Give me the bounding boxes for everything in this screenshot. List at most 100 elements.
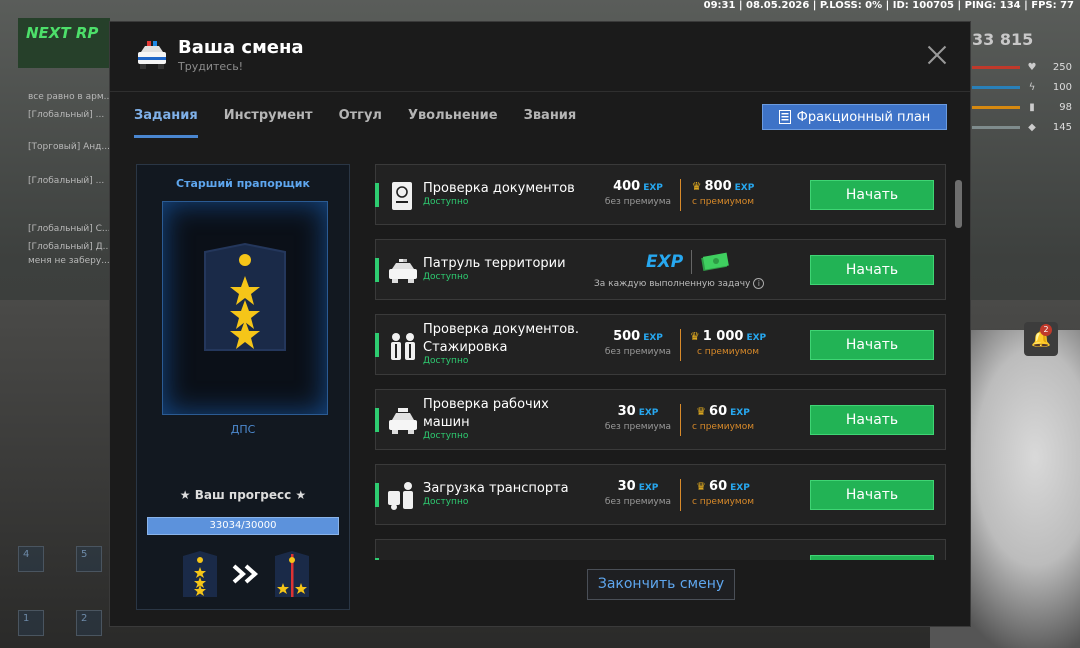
tab-tools[interactable]: Инструмент	[224, 108, 313, 138]
shift-modal: Ваша смена Трудитесь! Задания Инструмент…	[109, 21, 971, 627]
start-task-button[interactable]: Начать	[810, 255, 934, 285]
close-icon[interactable]	[926, 44, 948, 66]
patrol-reward-icons: EXP	[646, 250, 730, 274]
police-car-icon	[389, 259, 417, 283]
rank-frame	[162, 201, 328, 415]
end-shift-button[interactable]: Закончить смену	[587, 569, 735, 600]
armor-icon: ◆	[1028, 121, 1036, 133]
task-accent	[375, 333, 379, 357]
crown-icon: ♛	[696, 480, 707, 493]
hud-stamina-row: ϟ 100	[972, 77, 1072, 97]
health-bar	[972, 65, 1020, 69]
officers-icon	[391, 333, 415, 360]
chat-line: [Глобальный] Д...	[28, 242, 112, 252]
exp-icon: EXP	[646, 252, 684, 272]
hunger-icon: ▮	[1029, 101, 1035, 113]
hotbar-slot[interactable]: 4	[18, 546, 44, 572]
hotbar-slot[interactable]: 2	[76, 610, 102, 636]
progress-text: 33034/30000	[209, 520, 277, 531]
player-hud: 33 815 ♥ 250 ϟ 100 ▮ 98 ◆ 145	[972, 30, 1072, 137]
start-task-button[interactable]: Начать	[810, 480, 934, 510]
premium-exp-label: с премиумом	[692, 497, 754, 507]
task-row: Патруль территории Доступно EXP За кажду…	[375, 239, 946, 300]
base-exp-label: без премиума	[604, 347, 672, 357]
per-task-note: За каждую выполненную задачу i	[594, 278, 765, 289]
stamina-bar	[972, 85, 1020, 89]
loader-icon	[388, 482, 413, 510]
base-exp-value: 400	[613, 179, 641, 194]
task-list[interactable]: Проверка документов Доступно 400 EXP без …	[375, 164, 947, 560]
start-task-button[interactable]	[810, 555, 934, 560]
base-exp-label: без премиума	[604, 497, 672, 507]
hunger-value: 98	[1059, 101, 1072, 113]
task-reward: 30 EXP без премиума ♛ 60 EXP с премиумом	[602, 479, 759, 513]
tab-bar: Задания Инструмент Отгул Увольнение Зван…	[134, 108, 602, 138]
faction-plan-button[interactable]: Фракционный план	[762, 104, 947, 130]
start-task-button[interactable]: Начать	[810, 405, 934, 435]
server-stats: 09:31 | 08.05.2026 | P.LOSS: 0% | ID: 10…	[703, 0, 1074, 11]
next-rank-preview	[181, 550, 311, 598]
base-exp-value: 30	[617, 479, 636, 494]
armor-value: 145	[1052, 121, 1072, 133]
task-row	[375, 539, 946, 560]
task-accent	[375, 558, 379, 560]
task-name: Проверка рабочих машин	[423, 397, 549, 430]
shoulder-strap-icon	[204, 242, 286, 351]
tab-tasks[interactable]: Задания	[134, 108, 198, 138]
task-status: Доступно	[423, 272, 469, 282]
rank-card: Старший прапорщик ДПС ★ Ваш прогресс ★ 3…	[136, 164, 350, 610]
progress-label: ★ Ваш прогресс ★	[179, 488, 307, 502]
chat-line: [Торговый] Анд...	[28, 142, 110, 152]
hotbar-slot[interactable]: 1	[18, 610, 44, 636]
money-counter: 33 815	[972, 30, 1034, 49]
premium-exp-label: с премиумом	[697, 347, 759, 357]
task-reward: 500 EXP без премиума ♛ 1 000 EXP с премиумо…	[602, 329, 769, 363]
faction-plan-label: Фракционный план	[796, 109, 931, 125]
crown-icon: ♛	[696, 405, 707, 418]
task-status: Доступно	[423, 197, 469, 207]
hotbar-slot[interactable]: 5	[76, 546, 102, 572]
rank-organization: ДПС	[230, 423, 256, 436]
next-rank-icon	[275, 551, 309, 597]
document-icon	[778, 110, 791, 124]
premium-exp-value: 800	[704, 179, 732, 194]
rank-progress-bar: 33034/30000	[147, 517, 339, 535]
task-name: Проверка документов	[423, 181, 575, 196]
start-task-button[interactable]: Начать	[810, 330, 934, 360]
task-reward: 400 EXP без премиума ♛ 800 EXP с премиумом	[602, 179, 759, 213]
task-list-scrollbar[interactable]	[955, 180, 962, 228]
task-status: Доступно	[423, 356, 469, 366]
health-icon: ♥	[1027, 61, 1037, 73]
premium-exp-label: с премиумом	[692, 197, 754, 207]
base-exp-value: 30	[617, 404, 636, 419]
tab-ranks[interactable]: Звания	[524, 108, 577, 138]
tab-day-off[interactable]: Отгул	[339, 108, 382, 138]
hud-armor-row: ◆ 145	[972, 117, 1072, 137]
chat-line: [Глобальный] ...	[28, 176, 105, 186]
premium-exp-value: 60	[709, 404, 728, 419]
chat-line: [Глобальный] С...	[28, 224, 111, 234]
start-task-button[interactable]: Начать	[810, 180, 934, 210]
task-row: Проверка рабочих машин Доступно 30 EXP бе…	[375, 389, 946, 450]
premium-exp-value: 1 000	[702, 329, 744, 344]
task-reward: 30 EXP без премиума ♛ 60 EXP с премиумом	[602, 404, 759, 438]
notification-badge: 2	[1040, 324, 1052, 336]
modal-title: Ваша смена	[178, 37, 304, 58]
premium-exp-label: с премиумом	[692, 422, 754, 432]
server-logo: NEXT RP	[18, 18, 110, 68]
info-icon[interactable]: i	[753, 278, 765, 289]
base-exp-label: без премиума	[604, 422, 672, 432]
task-name: Патруль территории	[423, 256, 566, 271]
hud-hunger-row: ▮ 98	[972, 97, 1072, 117]
task-name: Загрузка транспорта	[423, 481, 569, 496]
double-chevron-right-icon	[232, 564, 259, 584]
premium-exp-value: 60	[709, 479, 728, 494]
chat-line: все равно в арм...	[28, 92, 113, 102]
money-icon	[701, 252, 730, 271]
task-accent	[375, 483, 379, 507]
hunger-bar	[972, 105, 1020, 109]
tab-resignation[interactable]: Увольнение	[408, 108, 498, 138]
current-rank-icon	[183, 551, 217, 597]
task-status: Доступно	[423, 497, 469, 507]
hud-health-row: ♥ 250	[972, 57, 1072, 77]
